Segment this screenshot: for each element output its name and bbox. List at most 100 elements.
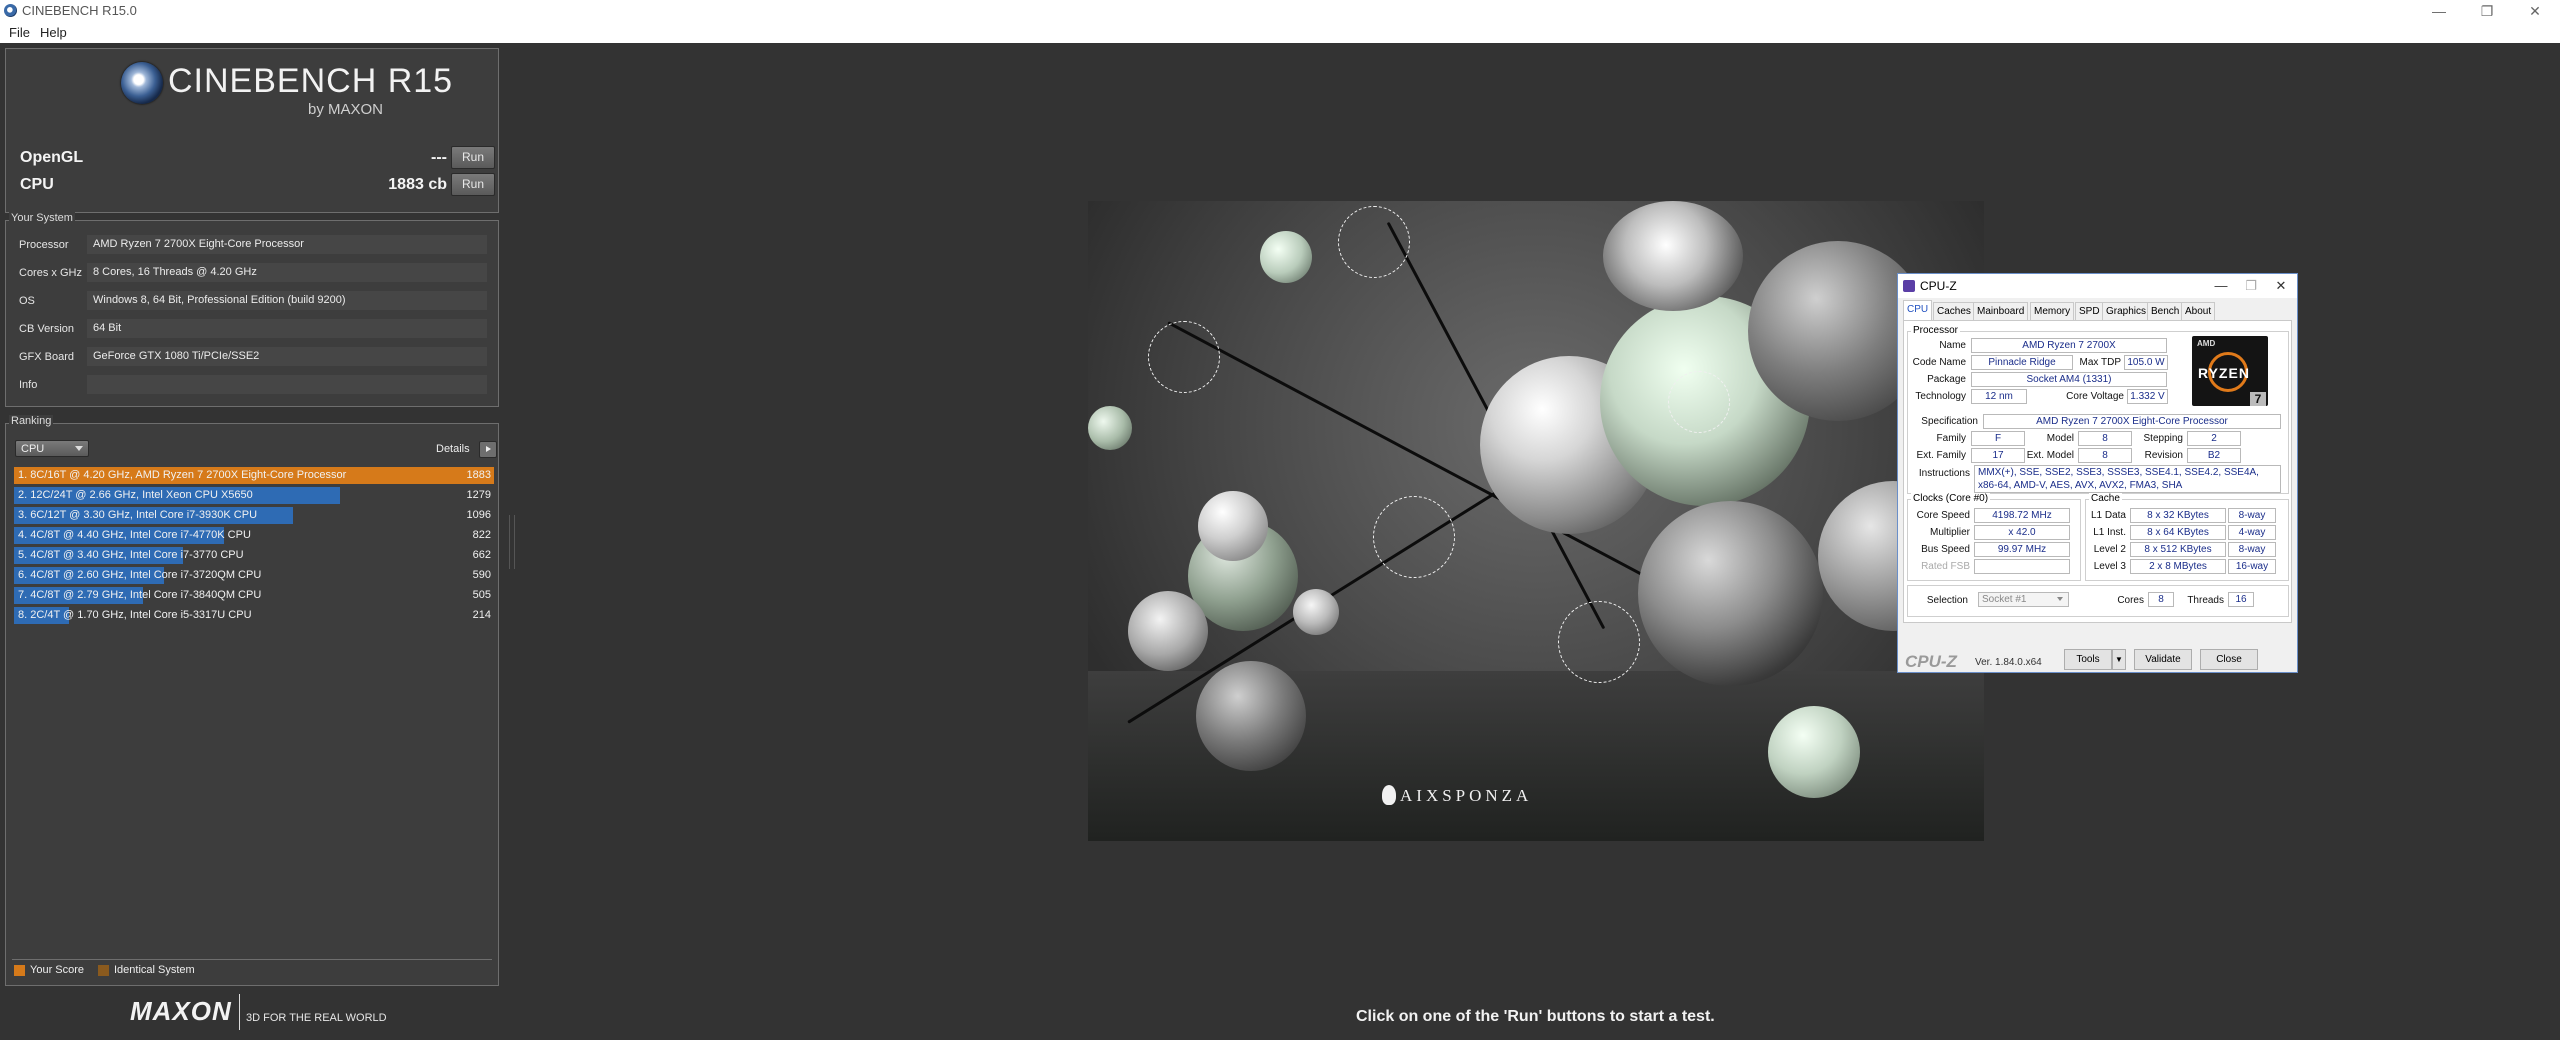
tools-dropdown-button[interactable]: ▼: [2112, 649, 2126, 670]
l1-inst-value: 8 x 64 KBytes: [2130, 525, 2226, 540]
validate-button[interactable]: Validate: [2134, 649, 2192, 670]
title-bar: CINEBENCH R15.0 — ❐ ✕: [0, 0, 2560, 22]
ranking-title: Ranking: [9, 415, 54, 427]
socket-select[interactable]: Socket #1: [1978, 592, 2069, 607]
tab-cpu[interactable]: CPU: [1903, 300, 1933, 320]
level-2-assoc: 8-way: [2228, 542, 2276, 557]
name-value: AMD Ryzen 7 2700X: [1971, 338, 2167, 353]
ryzen-logo-text: RYZEN: [2198, 365, 2250, 381]
render-sphere: [1088, 406, 1132, 450]
cpuz-title: CPU-Z: [1920, 279, 1957, 293]
ranking-row[interactable]: 2. 12C/24T @ 2.66 GHz, Intel Xeon CPU X5…: [14, 487, 494, 504]
core-speed-value: 4198.72 MHz: [1974, 508, 2070, 523]
system-row-info: Info: [12, 374, 494, 396]
your-system-title: Your System: [9, 212, 75, 224]
footer-divider: [239, 994, 240, 1030]
ranking-row-score: 1096: [466, 509, 491, 521]
tab-bench[interactable]: Bench: [2147, 302, 2184, 320]
ranking-row-label: 6. 4C/8T @ 2.60 GHz, Intel Core i7-3720Q…: [18, 569, 262, 581]
cpuz-minimize-button[interactable]: —: [2207, 276, 2235, 296]
ranking-row[interactable]: 4. 4C/8T @ 4.40 GHz, Intel Core i7-4770K…: [14, 527, 494, 544]
system-value: GeForce GTX 1080 Ti/PCIe/SSE2: [87, 347, 487, 366]
ranking-row-label: 8. 2C/4T @ 1.70 GHz, Intel Core i5-3317U…: [18, 609, 252, 621]
your-system-panel: Your System Processor AMD Ryzen 7 2700X …: [5, 212, 499, 407]
cache-group: Cache L1 Data 8 x 32 KBytes 8-way L1 Ins…: [2085, 493, 2289, 581]
tab-caches[interactable]: Caches: [1933, 302, 1975, 320]
ranking-row[interactable]: 8. 2C/4T @ 1.70 GHz, Intel Core i5-3317U…: [14, 607, 494, 624]
family-label: Family: [1936, 433, 1966, 444]
panel-splitter-handle[interactable]: [509, 515, 515, 569]
minimize-button[interactable]: —: [2416, 0, 2462, 22]
ranking-row[interactable]: 6. 4C/8T @ 2.60 GHz, Intel Core i7-3720Q…: [14, 567, 494, 584]
system-label: Info: [19, 379, 38, 391]
specification-value: AMD Ryzen 7 2700X Eight-Core Processor: [1983, 414, 2281, 429]
your-score-swatch: [14, 965, 25, 976]
ranking-row-score: 822: [472, 529, 491, 541]
selection-label: Selection: [1926, 595, 1968, 606]
stepping-value: 2: [2187, 431, 2241, 446]
maxon-slogan: 3D FOR THE REAL WORLD: [246, 1012, 387, 1024]
maximize-button[interactable]: ❐: [2464, 0, 2510, 22]
level-2-label: Level 2: [2093, 544, 2126, 555]
ranking-row-label: 5. 4C/8T @ 3.40 GHz, Intel Core i7-3770 …: [18, 549, 244, 561]
l1-data-assoc: 8-way: [2228, 508, 2276, 523]
tab-memory[interactable]: Memory: [2030, 302, 2075, 320]
model-label: Model: [2046, 433, 2074, 444]
cpu-run-button[interactable]: Run: [451, 173, 495, 196]
tab-about[interactable]: About: [2181, 302, 2216, 320]
l1-inst-label: L1 Inst.: [2093, 527, 2126, 538]
revision-value: B2: [2187, 448, 2241, 463]
package-label: Package: [1927, 374, 1966, 385]
cpuz-maximize-button[interactable]: ❐: [2237, 276, 2265, 296]
tab-spd[interactable]: SPD: [2075, 302, 2104, 320]
ranking-row-score: 505: [472, 589, 491, 601]
ranking-row[interactable]: 7. 4C/8T @ 2.79 GHz, Intel Core i7-3840Q…: [14, 587, 494, 604]
details-button[interactable]: [479, 441, 497, 458]
level-3-assoc: 16-way: [2228, 559, 2276, 574]
ranking-row-score: 214: [472, 609, 491, 621]
ranking-row[interactable]: 3. 6C/12T @ 3.30 GHz, Intel Core i7-3930…: [14, 507, 494, 524]
processor-group: Processor Name AMD Ryzen 7 2700X Code Na…: [1907, 325, 2289, 494]
logo-panel: CINEBENCH R15 by MAXON OpenGL --- Run CP…: [5, 48, 499, 213]
cpuz-close-dialog-button[interactable]: Close: [2200, 649, 2258, 670]
ranking-row[interactable]: 5. 4C/8T @ 3.40 GHz, Intel Core i7-3770 …: [14, 547, 494, 564]
ranking-row-score: 590: [472, 569, 491, 581]
core-voltage-label: Core Voltage: [2066, 391, 2124, 402]
close-button[interactable]: ✕: [2512, 0, 2558, 22]
bus-speed-label: Bus Speed: [1921, 544, 1970, 555]
tools-button[interactable]: Tools: [2064, 649, 2112, 670]
stepping-label: Stepping: [2143, 433, 2183, 444]
ryzen-tier-number: 7: [2250, 392, 2266, 406]
max-tdp-value: 105.0 W: [2124, 355, 2168, 370]
menu-file[interactable]: File: [9, 25, 30, 40]
opengl-row: OpenGL --- Run: [13, 145, 497, 171]
cache-group-title: Cache: [2089, 493, 2122, 504]
level-3-value: 2 x 8 MBytes: [2130, 559, 2226, 574]
multiplier-value: x 42.0: [1974, 525, 2070, 540]
rated-fsb-value: [1974, 559, 2070, 574]
system-row-cores: Cores x GHz 8 Cores, 16 Threads @ 4.20 G…: [12, 262, 494, 284]
processor-group-title: Processor: [1911, 325, 1961, 336]
tab-graphics[interactable]: Graphics: [2102, 302, 2151, 320]
l1-inst-assoc: 4-way: [2228, 525, 2276, 540]
ranking-panel: Ranking CPU Details 1. 8C/16T @ 4.20 GHz…: [5, 415, 499, 986]
opengl-run-button[interactable]: Run: [451, 146, 495, 169]
ext-family-value: 17: [1971, 448, 2025, 463]
chevron-down-icon: [2057, 597, 2063, 601]
system-label: Cores x GHz: [19, 267, 82, 279]
cinebench-logo-icon: [121, 62, 163, 104]
menu-help[interactable]: Help: [40, 25, 67, 40]
opengl-score: ---: [431, 149, 447, 166]
package-value: Socket AM4 (1331): [1971, 372, 2167, 387]
cpuz-close-button[interactable]: ✕: [2267, 276, 2295, 296]
ranking-row[interactable]: 1. 8C/16T @ 4.20 GHz, AMD Ryzen 7 2700X …: [14, 467, 494, 484]
system-value: Windows 8, 64 Bit, Professional Edition …: [87, 291, 487, 310]
l1-data-label: L1 Data: [2090, 510, 2126, 521]
render-sphere: [1260, 231, 1312, 283]
status-message: Click on one of the 'Run' buttons to sta…: [1356, 1008, 1715, 1025]
info-field[interactable]: [87, 375, 487, 394]
cpuz-title-bar: CPU-Z — ❐ ✕: [1898, 274, 2297, 298]
ranking-type-select[interactable]: CPU: [15, 440, 89, 457]
tab-mainboard[interactable]: Mainboard: [1973, 302, 2029, 320]
cpu-label: CPU: [20, 176, 54, 193]
